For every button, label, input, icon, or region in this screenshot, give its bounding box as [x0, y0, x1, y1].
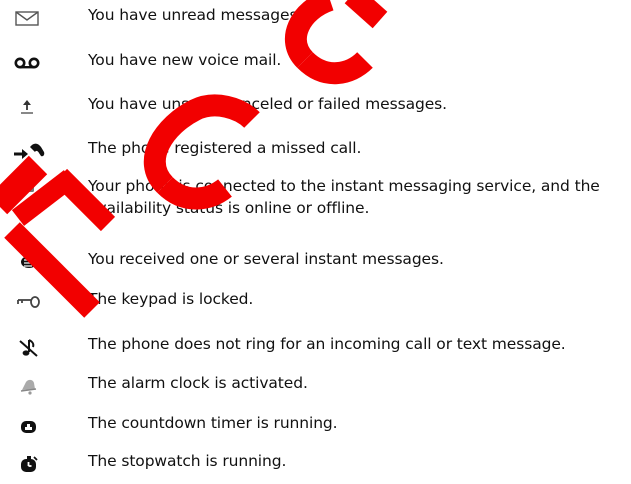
countdown-timer-icon [8, 414, 52, 438]
voicemail-icon [8, 51, 52, 75]
list-item-text: The stopwatch is running. [88, 452, 287, 470]
list-item-text: You received one or several instant mess… [88, 250, 444, 268]
instant-message-icon [8, 250, 52, 274]
envelope-icon [8, 6, 52, 30]
list-item-text: The alarm clock is activated. [88, 374, 308, 392]
list-item-text: The phone registered a missed call. [88, 139, 362, 157]
outbox-icon [8, 95, 52, 119]
key-icon [8, 290, 52, 314]
alarm-bell-icon [8, 374, 52, 398]
missed-call-icon [8, 139, 52, 163]
indicator-list: You have unread messages. You have new v… [0, 0, 631, 484]
list-item-text: You have unsent, canceled or failed mess… [88, 95, 447, 113]
list-item-text: The phone does not ring for an incoming … [88, 335, 566, 353]
list-item-text: You have unread messages. [88, 6, 303, 24]
list-item-text: You have new voice mail. [88, 51, 282, 69]
list-item-text: The countdown timer is running. [88, 414, 338, 432]
instant-messaging-status-icons [8, 177, 78, 201]
stopwatch-icon [8, 452, 52, 476]
list-item-text: Your phone is connected to the instant m… [88, 177, 600, 217]
silent-icon [8, 335, 52, 359]
list-item-text: The keypad is locked. [88, 290, 254, 308]
